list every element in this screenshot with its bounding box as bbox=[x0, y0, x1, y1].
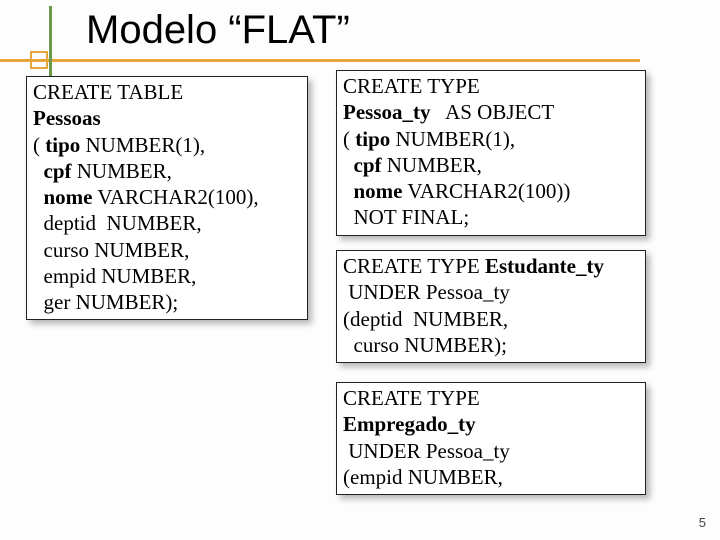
code-create-type-empregado: CREATE TYPE Empregado_ty UNDER Pessoa_ty… bbox=[336, 382, 646, 495]
code-create-type-pessoa: CREATE TYPE Pessoa_ty AS OBJECT ( tipo N… bbox=[336, 70, 646, 236]
code-line: curso NUMBER); bbox=[343, 332, 639, 358]
code-line: UNDER Pessoa_ty bbox=[343, 438, 639, 464]
code-line: deptid NUMBER, bbox=[33, 210, 301, 236]
code-line: NOT FINAL; bbox=[343, 204, 639, 230]
code-line: cpf NUMBER, bbox=[343, 152, 639, 178]
code-line: CREATE TABLE bbox=[33, 79, 301, 105]
code-line: nome VARCHAR2(100)) bbox=[343, 178, 639, 204]
code-line: ( tipo NUMBER(1), bbox=[343, 126, 639, 152]
code-line: ger NUMBER); bbox=[33, 289, 301, 315]
code-line: cpf NUMBER, bbox=[33, 158, 301, 184]
code-line: CREATE TYPE bbox=[343, 385, 639, 411]
code-line: UNDER Pessoa_ty bbox=[343, 279, 639, 305]
page-number: 5 bbox=[699, 515, 706, 530]
code-line: Empregado_ty bbox=[343, 411, 639, 437]
code-line: Pessoas bbox=[33, 105, 301, 131]
code-line: ( tipo NUMBER(1), bbox=[33, 132, 301, 158]
code-line: curso NUMBER, bbox=[33, 237, 301, 263]
horizontal-rule bbox=[0, 59, 640, 62]
code-create-table-pessoas: CREATE TABLE Pessoas ( tipo NUMBER(1), c… bbox=[26, 76, 308, 320]
code-line: CREATE TYPE bbox=[343, 73, 639, 99]
code-create-type-estudante: CREATE TYPE Estudante_ty UNDER Pessoa_ty… bbox=[336, 250, 646, 363]
slide-title: Modelo “FLAT” bbox=[0, 6, 720, 61]
code-line: Pessoa_ty AS OBJECT bbox=[343, 99, 639, 125]
code-line: (empid NUMBER, bbox=[343, 464, 639, 490]
code-line: CREATE TYPE Estudante_ty bbox=[343, 253, 639, 279]
code-line: (deptid NUMBER, bbox=[343, 306, 639, 332]
bullet-square-icon bbox=[30, 51, 48, 69]
title-area: Modelo “FLAT” bbox=[0, 6, 720, 61]
code-line: empid NUMBER, bbox=[33, 263, 301, 289]
code-line: nome VARCHAR2(100), bbox=[33, 184, 301, 210]
